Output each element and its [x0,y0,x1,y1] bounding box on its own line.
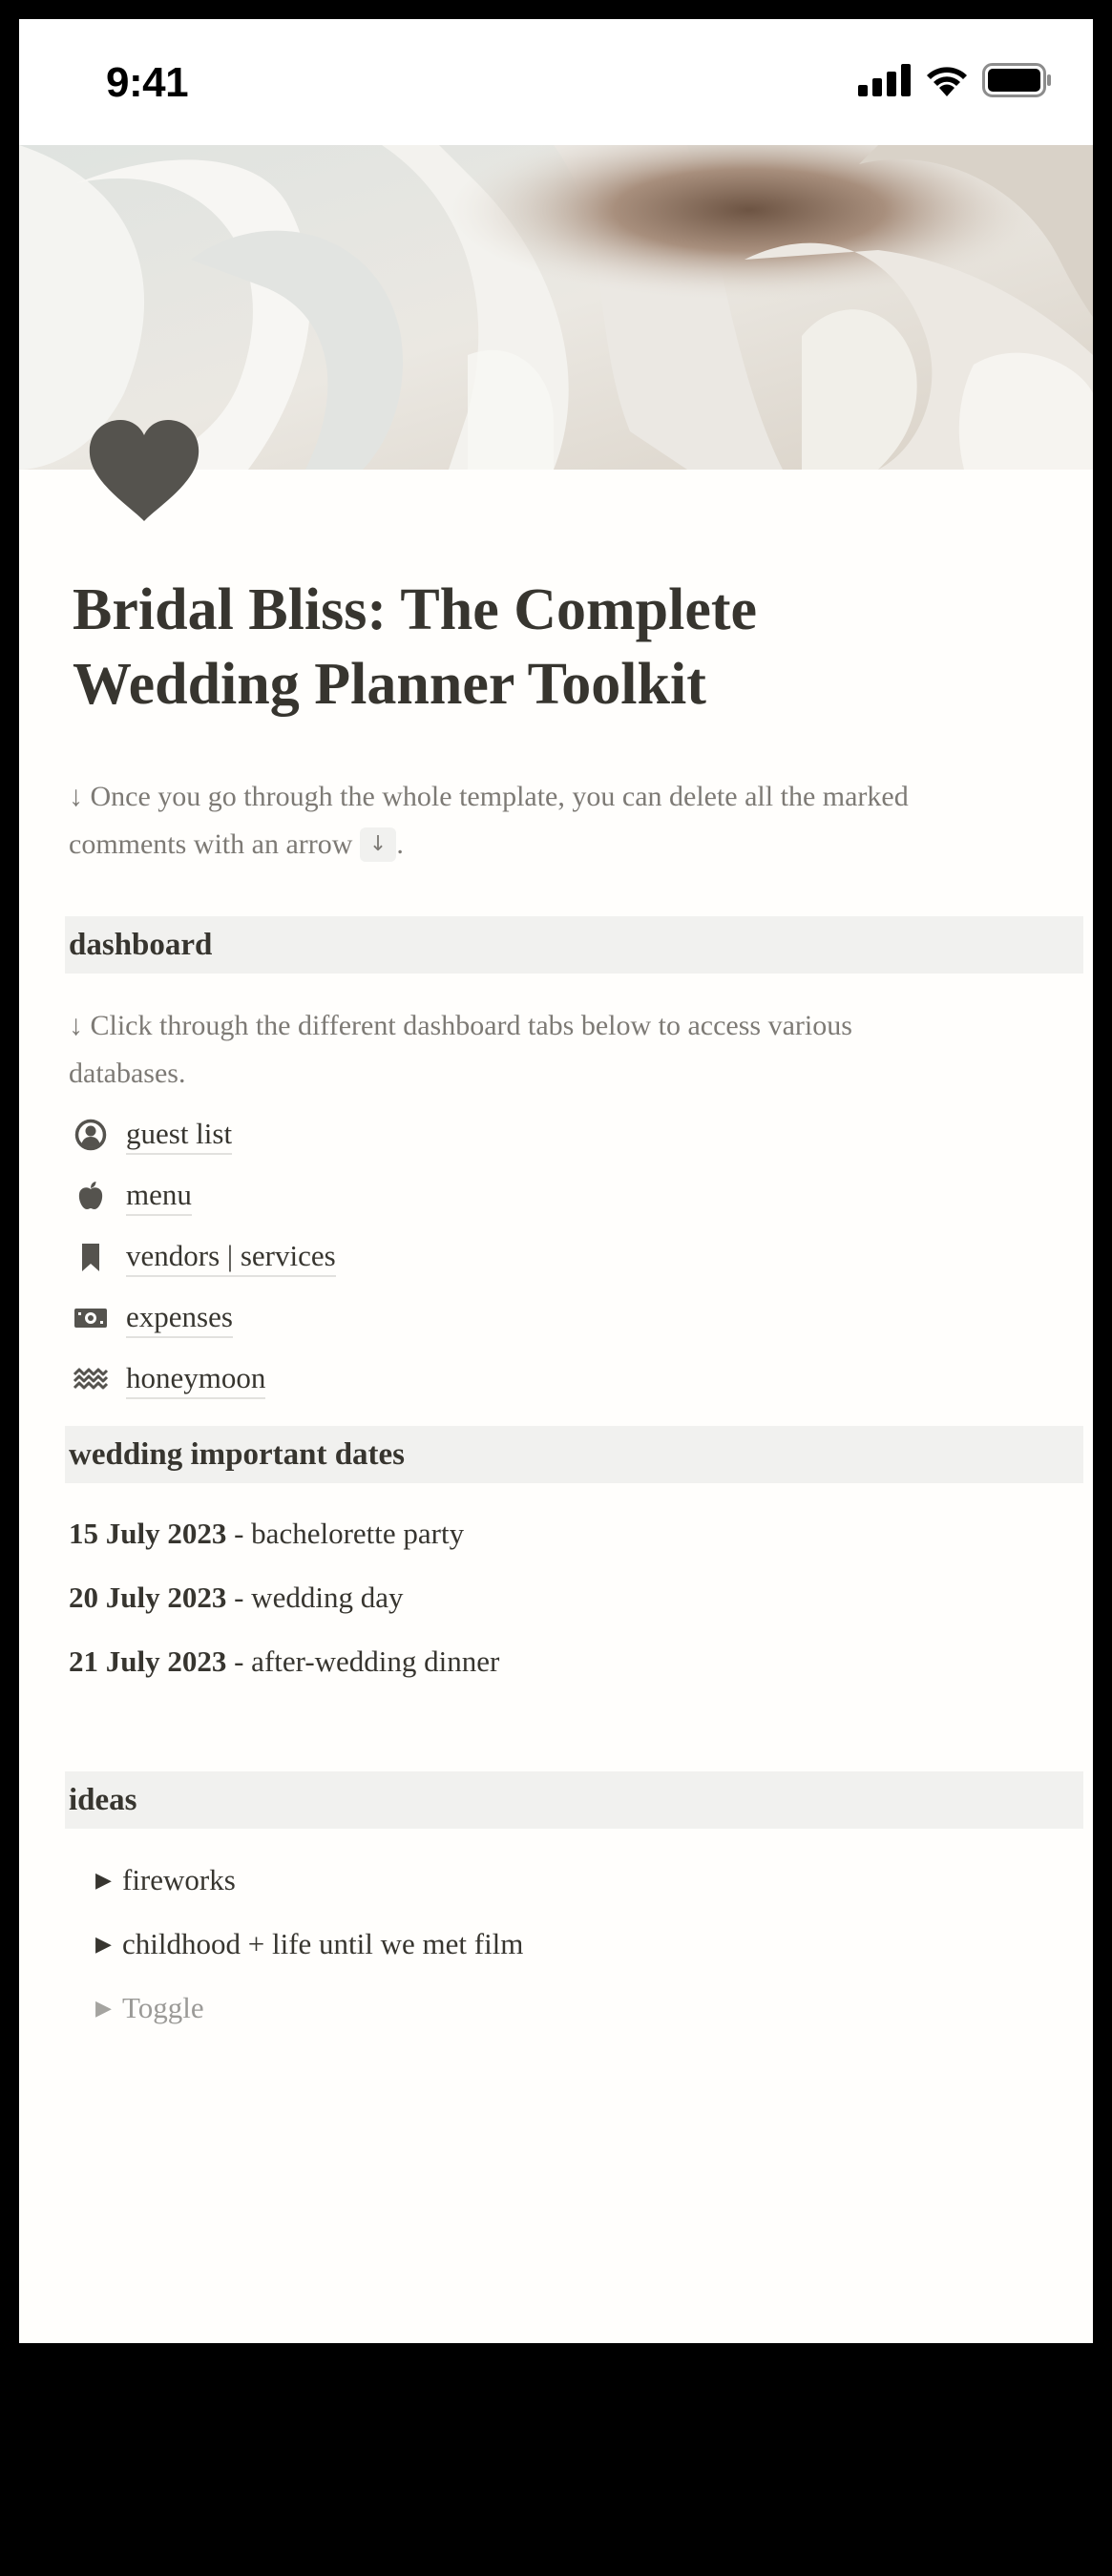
heart-icon[interactable] [82,408,206,533]
toggle-childhood-film[interactable]: ▶ childhood + life until we met film [76,1920,523,1968]
apple-icon [73,1178,109,1214]
wifi-icon [927,67,967,96]
page-title-line-2: Wedding Planner Toolkit [73,652,706,717]
date-item[interactable]: 21 July 2023 - after-wedding dinner [69,1638,499,1686]
status-bar: 9:41 [19,19,1093,145]
money-icon [73,1300,109,1336]
toggle-placeholder[interactable]: ▶ Toggle [76,1984,204,2032]
page-title[interactable]: Bridal Bliss: The Complete Wedding Plann… [73,573,1027,722]
link-menu[interactable]: menu [73,1172,192,1220]
link-honeymoon[interactable]: honeymoon [73,1355,266,1403]
date-value: 20 July 2023 [69,1581,227,1614]
link-label: honeymoon [126,1359,266,1399]
link-expenses[interactable]: expenses [73,1294,233,1342]
user-circle-icon [73,1117,109,1153]
toggle-label: childhood + life until we met film [122,1927,524,1960]
toggle-triangle-icon[interactable]: ▶ [76,1869,122,1893]
toggle-placeholder-label: Toggle [122,1991,204,2024]
toggle-triangle-icon[interactable]: ▶ [76,1997,122,2021]
status-time: 9:41 [106,59,189,106]
link-vendors-services[interactable]: vendors | services [73,1233,336,1281]
link-label: guest list [126,1115,233,1155]
phone-screen: 9:41 Bridal Bliss: The Complete Wedding … [19,19,1093,2343]
page-title-line-1: Bridal Bliss: The Complete [73,577,758,642]
link-guest-list[interactable]: guest list [73,1111,233,1159]
date-event: - wedding day [226,1581,404,1614]
battery-icon [982,63,1051,97]
dashboard-note-line-2: databases. [69,1058,186,1089]
link-label: vendors | services [126,1237,336,1277]
toggle-label: fireworks [122,1863,236,1896]
cellular-signal-icon [858,64,911,96]
dashboard-note[interactable]: ↓ Click through the different dashboard … [69,1002,1061,1098]
toggle-triangle-icon[interactable]: ▶ [76,1933,122,1957]
date-item[interactable]: 20 July 2023 - wedding day [69,1574,403,1622]
intro-note-text: comments with an arrow [69,828,353,860]
date-value: 21 July 2023 [69,1644,227,1678]
link-label: expenses [126,1298,233,1338]
intro-note-end: . [396,828,404,860]
intro-note-line-2: comments with an arrow ↓. [69,821,1061,869]
inline-code-arrow: ↓ [359,827,397,862]
dashboard-note-line-1: ↓ Click through the different dashboard … [69,1010,852,1041]
intro-note[interactable]: ↓ Once you go through the whole template… [69,773,1061,869]
status-icons [858,63,1053,97]
dashboard-header[interactable]: dashboard [65,916,1083,974]
dates-header[interactable]: wedding important dates [65,1426,1083,1483]
bookmark-icon [73,1239,109,1275]
toggle-fireworks[interactable]: ▶ fireworks [76,1856,236,1904]
date-event: - bachelorette party [226,1517,465,1550]
intro-note-line-1: ↓ Once you go through the whole template… [69,781,909,812]
date-value: 15 July 2023 [69,1517,227,1550]
waves-icon [73,1361,109,1397]
link-label: menu [126,1176,192,1216]
ideas-header[interactable]: ideas [65,1771,1083,1829]
date-event: - after-wedding dinner [226,1644,500,1678]
date-item[interactable]: 15 July 2023 - bachelorette party [69,1510,464,1558]
